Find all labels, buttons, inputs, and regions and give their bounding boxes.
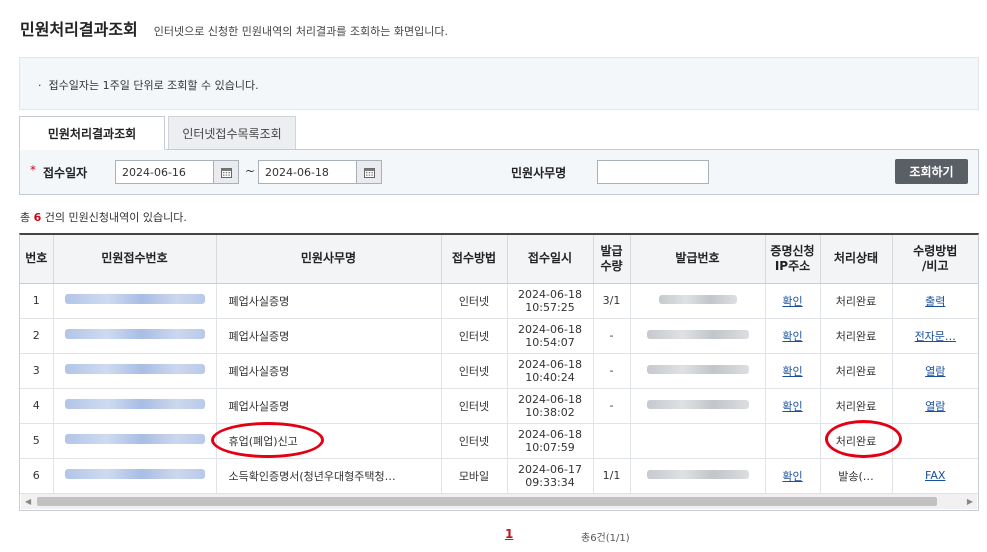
notice-text: · 접수일자는 1주일 단위로 조회할 수 있습니다.: [38, 79, 259, 92]
page-link-current[interactable]: 1: [505, 527, 513, 541]
receipt-no-link[interactable]: [53, 283, 217, 319]
service-name-label: 민원사무명: [511, 166, 567, 180]
col-receipt-no: 민원접수번호: [53, 235, 217, 284]
receipt-no-link[interactable]: [53, 353, 217, 389]
col-issue-no: 발급번호: [630, 235, 766, 284]
search-button[interactable]: 조회하기: [895, 159, 968, 184]
issue-no: [630, 423, 766, 459]
issue-no: [630, 318, 766, 354]
receive-link[interactable]: 출력: [925, 295, 945, 308]
search-panel: * 접수일자 ~ 민원사무명 조회하기: [19, 149, 979, 195]
required-mark: *: [30, 163, 36, 177]
receive-link[interactable]: 열람: [925, 365, 945, 378]
receive-link[interactable]: FAX: [925, 469, 945, 482]
date-from-input[interactable]: [116, 161, 213, 183]
col-method: 접수방법: [441, 235, 508, 284]
receipt-no-link[interactable]: [53, 388, 217, 424]
scrollbar-thumb[interactable]: [37, 497, 937, 506]
receipt-no-link[interactable]: [53, 318, 217, 354]
calendar-icon[interactable]: [213, 161, 238, 183]
horizontal-scrollbar[interactable]: ◀ ▶: [21, 493, 977, 509]
issue-no: [630, 388, 766, 424]
date-from-box: [115, 160, 239, 184]
col-service-name: 민원사무명: [216, 235, 442, 284]
col-qty: 발급 수량: [593, 235, 631, 284]
issue-no: [630, 353, 766, 389]
date-label: 접수일자: [43, 166, 88, 180]
receive-link[interactable]: 열람: [925, 400, 945, 413]
date-separator: ~: [245, 164, 256, 178]
page-description: 인터넷으로 신청한 민원내역의 처리결과를 조회하는 화면입니다.: [153, 25, 448, 38]
table-row: 2 폐업사실증명 인터넷 2024-06-18 10:54:07 - 확인 처리완…: [20, 318, 978, 354]
ip-check-link[interactable]: 확인: [782, 295, 802, 308]
tab-result-inquiry[interactable]: 민원처리결과조회: [19, 116, 165, 150]
table-row: 3 폐업사실증명 인터넷 2024-06-18 10:40:24 - 확인 처리완…: [20, 353, 978, 389]
table-row: 5 휴업(폐업)신고 인터넷 2024-06-18 10:07:59 처리완료: [20, 423, 978, 459]
page-total: 총6건(1/1): [581, 533, 630, 544]
col-no: 번호: [20, 235, 54, 284]
scroll-right-icon[interactable]: ▶: [967, 497, 973, 506]
table-row: 1 폐업사실증명 인터넷 2024-06-18 10:57:25 3/1 확인 처…: [20, 283, 978, 319]
table-row: 4 폐업사실증명 인터넷 2024-06-18 10:38:02 - 확인 처리완…: [20, 388, 978, 424]
ip-check-link[interactable]: 확인: [782, 365, 802, 378]
page-title: 민원처리결과조회: [20, 20, 138, 39]
ip-check-link[interactable]: 확인: [782, 400, 802, 413]
col-date: 접수일시: [507, 235, 594, 284]
ip-check-link[interactable]: 확인: [782, 330, 802, 343]
receipt-no-link[interactable]: [53, 458, 217, 494]
tab-internet-receipt-list[interactable]: 인터넷접수목록조회: [168, 116, 296, 150]
col-ip: 증명신청 IP주소: [765, 235, 821, 284]
result-count: 총 6 건의 민원신청내역이 있습니다.: [20, 211, 187, 224]
receipt-no-link[interactable]: [53, 423, 217, 459]
calendar-icon[interactable]: [356, 161, 381, 183]
tab-bar: 민원처리결과조회 인터넷접수목록조회: [19, 116, 296, 150]
ip-check-link[interactable]: 확인: [782, 470, 802, 483]
scroll-left-icon[interactable]: ◀: [25, 497, 31, 506]
date-to-input[interactable]: [259, 161, 356, 183]
table-row: 6 소득확인증명서(청년우대형주택청… 모바일 2024-06-17 09:33:…: [20, 458, 978, 494]
notice-box: · 접수일자는 1주일 단위로 조회할 수 있습니다.: [19, 57, 979, 110]
date-to-box: [258, 160, 382, 184]
issue-no: [630, 283, 766, 319]
col-receive: 수령방법/비고: [892, 235, 978, 284]
table-header-row: 번호 민원접수번호 민원사무명 접수방법 접수일시 발급 수량 발급번호 증명신청…: [20, 235, 978, 284]
issue-no: [630, 458, 766, 494]
col-status: 처리상태: [820, 235, 893, 284]
results-table: 번호 민원접수번호 민원사무명 접수방법 접수일시 발급 수량 발급번호 증명신청…: [19, 233, 979, 511]
service-name-input[interactable]: [597, 160, 709, 184]
receive-link[interactable]: 전자문…: [915, 330, 956, 343]
